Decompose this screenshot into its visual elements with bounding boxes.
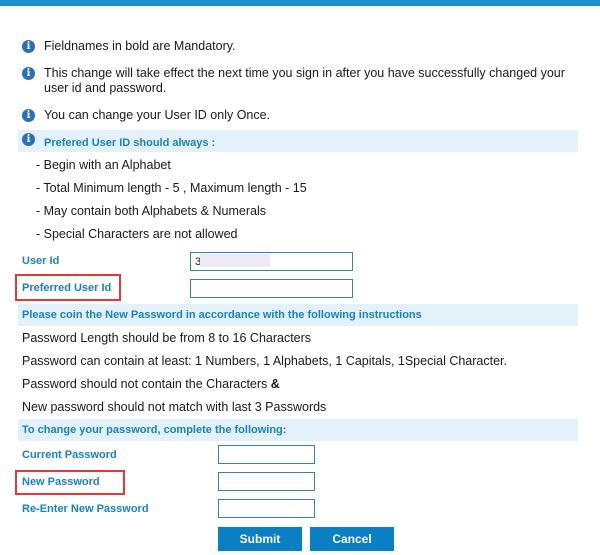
top-bar — [0, 0, 600, 6]
current-password-label: Current Password — [22, 449, 117, 461]
info-icon: i — [22, 109, 35, 122]
new-password-label: New Password — [22, 476, 100, 488]
rule-item: - Begin with an Alphabet — [36, 158, 171, 172]
userid-rules-heading: Prefered User ID should always : — [44, 137, 216, 149]
rule-item: - May contain both Alphabets & Numerals — [36, 204, 266, 218]
info-effect: i This change will take effect the next … — [22, 66, 582, 96]
redacted-area — [200, 254, 270, 267]
new-password-field[interactable] — [218, 472, 315, 491]
info-icon: i — [22, 133, 35, 146]
info-mandatory: i Fieldnames in bold are Mandatory. — [22, 39, 582, 54]
user-id-label: User Id — [22, 255, 60, 267]
preferred-user-id-field[interactable] — [190, 279, 353, 298]
cancel-button[interactable]: Cancel — [310, 527, 394, 551]
password-rule: Password can contain at least: 1 Numbers… — [22, 354, 507, 368]
password-form-heading: To change your password, complete the fo… — [22, 424, 287, 436]
password-rule: New password should not match with last … — [22, 400, 327, 414]
password-rule: Password Length should be from 8 to 16 C… — [22, 331, 312, 345]
password-rules-heading: Please coin the New Password in accordan… — [22, 309, 422, 321]
reenter-password-label: Re-Enter New Password — [22, 503, 149, 515]
info-icon: i — [22, 40, 35, 53]
password-rule: Password should not contain the Characte… — [22, 377, 280, 391]
rule-item: - Total Minimum length - 5 , Maximum len… — [36, 181, 307, 195]
info-icon: i — [22, 67, 35, 80]
rule-item: - Special Characters are not allowed — [36, 227, 238, 241]
info-once: i You can change your User ID only Once. — [22, 108, 582, 123]
current-password-field[interactable] — [218, 445, 315, 464]
submit-button[interactable]: Submit — [218, 527, 302, 551]
forbidden-chars: & — [270, 377, 280, 391]
preferred-user-id-label: Preferred User Id — [22, 282, 112, 294]
reenter-password-field[interactable] — [218, 499, 315, 518]
